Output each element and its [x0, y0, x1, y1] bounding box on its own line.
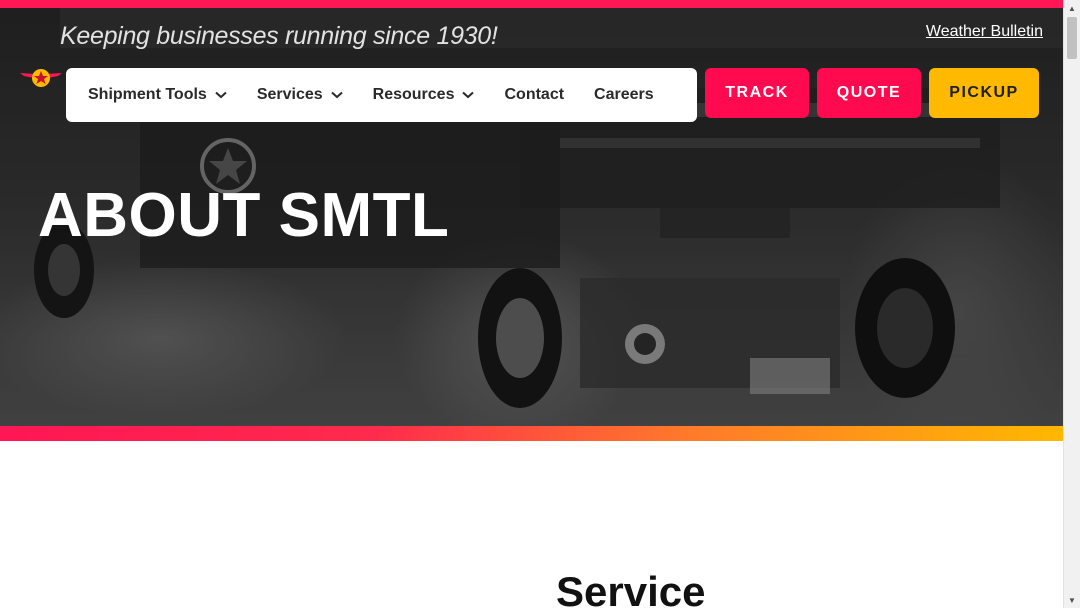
nav-item-label: Contact	[504, 86, 565, 103]
nav-item-label: Services	[256, 86, 323, 103]
quote-button[interactable]: QUOTE	[817, 68, 921, 118]
top-brand-strip	[0, 0, 1063, 8]
hero-banner: Keeping businesses running since 1930! W…	[0, 8, 1063, 426]
nav-item-label: Careers	[594, 86, 654, 103]
main-navigation: Shipment Tools Services Resources Contac…	[66, 68, 697, 122]
nav-shipment-tools[interactable]: Shipment Tools	[88, 86, 227, 104]
scrollbar-thumb[interactable]	[1067, 17, 1077, 59]
nav-contact[interactable]: Contact	[504, 86, 564, 104]
weather-bulletin-link[interactable]: Weather Bulletin	[926, 23, 1043, 41]
page-viewport: Keeping businesses running since 1930! W…	[0, 0, 1063, 608]
header-tagline: Keeping businesses running since 1930!	[60, 22, 498, 50]
nav-item-label: Resources	[372, 86, 455, 103]
page-title: ABOUT SMTL	[38, 181, 450, 250]
track-button[interactable]: TRACK	[705, 68, 809, 118]
nav-careers[interactable]: Careers	[594, 86, 654, 104]
scroll-down-arrow-icon[interactable]: ▼	[1064, 592, 1080, 608]
chevron-down-icon	[215, 91, 227, 99]
section-heading: Service	[556, 568, 706, 608]
pickup-button[interactable]: PICKUP	[929, 68, 1039, 118]
winged-star-logo[interactable]	[20, 68, 62, 92]
nav-services[interactable]: Services	[257, 86, 343, 104]
chevron-down-icon	[462, 91, 475, 99]
gradient-divider	[0, 426, 1063, 441]
chevron-down-icon	[330, 91, 343, 99]
scroll-up-arrow-icon[interactable]: ▲	[1064, 0, 1080, 16]
nav-item-label: Shipment Tools	[88, 86, 207, 103]
vertical-scrollbar[interactable]: ▲ ▼	[1063, 0, 1080, 608]
nav-resources[interactable]: Resources	[373, 86, 475, 104]
